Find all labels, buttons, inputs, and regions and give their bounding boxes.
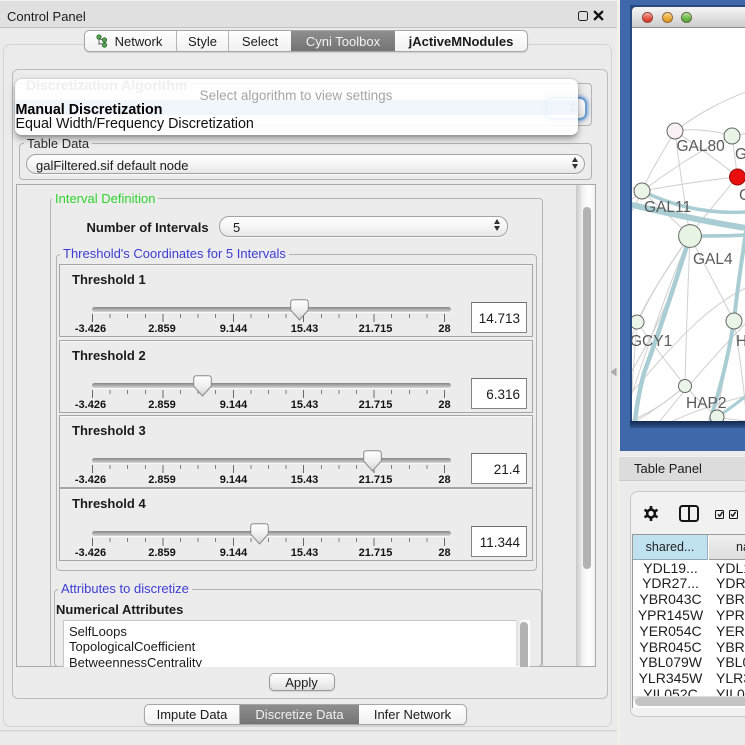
svg-text:GA: GA — [735, 146, 745, 163]
svg-text:GAL11: GAL11 — [644, 199, 691, 216]
svg-text:HAP2: HAP2 — [686, 395, 727, 412]
svg-text:GCY1: GCY1 — [632, 333, 672, 350]
svg-text:GAL80: GAL80 — [677, 138, 726, 155]
svg-text:H: H — [736, 333, 745, 350]
svg-text:C: C — [739, 187, 745, 204]
svg-text:GAL4: GAL4 — [693, 251, 733, 268]
